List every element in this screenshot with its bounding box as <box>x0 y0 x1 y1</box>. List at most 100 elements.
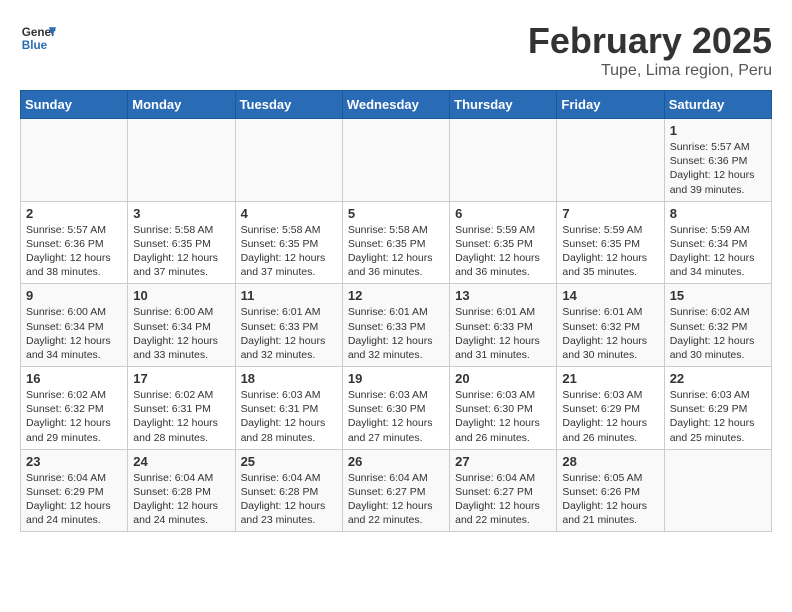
calendar-cell: 14 Sunrise: 6:01 AM Sunset: 6:32 PM Dayli… <box>557 284 664 367</box>
calendar-cell: 27 Sunrise: 6:04 AM Sunset: 6:27 PM Dayli… <box>450 449 557 532</box>
calendar-cell: 20 Sunrise: 6:03 AM Sunset: 6:30 PM Dayli… <box>450 367 557 450</box>
calendar-cell: 15Sunrise: 6:02 AM Sunset: 6:32 PM Dayli… <box>664 284 771 367</box>
day-info: Sunrise: 5:58 AM Sunset: 6:35 PM Dayligh… <box>241 223 337 280</box>
weekday-row: SundayMondayTuesdayWednesdayThursdayFrid… <box>21 91 772 119</box>
day-info: Sunrise: 6:02 AM Sunset: 6:32 PM Dayligh… <box>26 388 122 445</box>
calendar-cell: 23 Sunrise: 6:04 AM Sunset: 6:29 PM Dayli… <box>21 449 128 532</box>
day-info: Sunrise: 6:01 AM Sunset: 6:33 PM Dayligh… <box>241 305 337 362</box>
day-number: 6 <box>455 206 551 221</box>
day-info: Sunrise: 6:01 AM Sunset: 6:33 PM Dayligh… <box>348 305 444 362</box>
day-number: 19 <box>348 371 444 386</box>
week-row-1: 1 Sunrise: 5:57 AM Sunset: 6:36 PM Daylig… <box>21 119 772 202</box>
calendar-cell: 4 Sunrise: 5:58 AM Sunset: 6:35 PM Daylig… <box>235 201 342 284</box>
calendar-cell: 7 Sunrise: 5:59 AM Sunset: 6:35 PM Daylig… <box>557 201 664 284</box>
calendar-cell <box>664 449 771 532</box>
day-number: 26 <box>348 454 444 469</box>
week-row-2: 2 Sunrise: 5:57 AM Sunset: 6:36 PM Daylig… <box>21 201 772 284</box>
day-number: 22 <box>670 371 766 386</box>
calendar-cell: 3Sunrise: 5:58 AM Sunset: 6:35 PM Daylig… <box>128 201 235 284</box>
calendar-cell: 16 Sunrise: 6:02 AM Sunset: 6:32 PM Dayli… <box>21 367 128 450</box>
weekday-thursday: Thursday <box>450 91 557 119</box>
calendar-cell: 13 Sunrise: 6:01 AM Sunset: 6:33 PM Dayli… <box>450 284 557 367</box>
day-number: 27 <box>455 454 551 469</box>
day-number: 18 <box>241 371 337 386</box>
calendar-cell: 19Sunrise: 6:03 AM Sunset: 6:30 PM Dayli… <box>342 367 449 450</box>
calendar-cell: 24Sunrise: 6:04 AM Sunset: 6:28 PM Dayli… <box>128 449 235 532</box>
week-row-3: 9Sunrise: 6:00 AM Sunset: 6:34 PM Daylig… <box>21 284 772 367</box>
calendar-cell: 11 Sunrise: 6:01 AM Sunset: 6:33 PM Dayli… <box>235 284 342 367</box>
day-number: 20 <box>455 371 551 386</box>
day-info: Sunrise: 5:59 AM Sunset: 6:35 PM Dayligh… <box>562 223 658 280</box>
day-number: 28 <box>562 454 658 469</box>
day-info: Sunrise: 6:04 AM Sunset: 6:27 PM Dayligh… <box>348 471 444 528</box>
calendar-cell: 9Sunrise: 6:00 AM Sunset: 6:34 PM Daylig… <box>21 284 128 367</box>
calendar-cell <box>557 119 664 202</box>
calendar-cell: 12 Sunrise: 6:01 AM Sunset: 6:33 PM Dayli… <box>342 284 449 367</box>
day-number: 1 <box>670 123 766 138</box>
calendar-cell: 18Sunrise: 6:03 AM Sunset: 6:31 PM Dayli… <box>235 367 342 450</box>
day-number: 8 <box>670 206 766 221</box>
calendar-cell: 10Sunrise: 6:00 AM Sunset: 6:34 PM Dayli… <box>128 284 235 367</box>
calendar-cell: 25 Sunrise: 6:04 AM Sunset: 6:28 PM Dayli… <box>235 449 342 532</box>
svg-text:Blue: Blue <box>22 39 48 52</box>
calendar-cell: 22 Sunrise: 6:03 AM Sunset: 6:29 PM Dayli… <box>664 367 771 450</box>
day-number: 23 <box>26 454 122 469</box>
day-number: 13 <box>455 288 551 303</box>
day-info: Sunrise: 5:57 AM Sunset: 6:36 PM Dayligh… <box>26 223 122 280</box>
logo: General Blue <box>20 20 56 56</box>
day-info: Sunrise: 6:03 AM Sunset: 6:30 PM Dayligh… <box>455 388 551 445</box>
day-number: 14 <box>562 288 658 303</box>
day-info: Sunrise: 6:05 AM Sunset: 6:26 PM Dayligh… <box>562 471 658 528</box>
weekday-tuesday: Tuesday <box>235 91 342 119</box>
calendar-table: SundayMondayTuesdayWednesdayThursdayFrid… <box>20 90 772 532</box>
day-info: Sunrise: 6:04 AM Sunset: 6:29 PM Dayligh… <box>26 471 122 528</box>
day-info: Sunrise: 6:03 AM Sunset: 6:29 PM Dayligh… <box>562 388 658 445</box>
calendar-cell: 26 Sunrise: 6:04 AM Sunset: 6:27 PM Dayli… <box>342 449 449 532</box>
generalblue-icon: General Blue <box>20 20 56 56</box>
calendar-cell: 2 Sunrise: 5:57 AM Sunset: 6:36 PM Daylig… <box>21 201 128 284</box>
weekday-wednesday: Wednesday <box>342 91 449 119</box>
day-number: 11 <box>241 288 337 303</box>
calendar-cell <box>342 119 449 202</box>
day-info: Sunrise: 5:59 AM Sunset: 6:34 PM Dayligh… <box>670 223 766 280</box>
day-number: 15 <box>670 288 766 303</box>
day-info: Sunrise: 6:03 AM Sunset: 6:29 PM Dayligh… <box>670 388 766 445</box>
calendar-cell: 1 Sunrise: 5:57 AM Sunset: 6:36 PM Daylig… <box>664 119 771 202</box>
day-info: Sunrise: 5:57 AM Sunset: 6:36 PM Dayligh… <box>670 140 766 197</box>
day-info: Sunrise: 6:04 AM Sunset: 6:28 PM Dayligh… <box>133 471 229 528</box>
week-row-5: 23 Sunrise: 6:04 AM Sunset: 6:29 PM Dayli… <box>21 449 772 532</box>
calendar-header: SundayMondayTuesdayWednesdayThursdayFrid… <box>21 91 772 119</box>
calendar-title: February 2025 <box>528 20 772 62</box>
calendar-cell <box>21 119 128 202</box>
day-info: Sunrise: 5:59 AM Sunset: 6:35 PM Dayligh… <box>455 223 551 280</box>
day-number: 21 <box>562 371 658 386</box>
calendar-cell: 5 Sunrise: 5:58 AM Sunset: 6:35 PM Daylig… <box>342 201 449 284</box>
weekday-friday: Friday <box>557 91 664 119</box>
day-info: Sunrise: 6:04 AM Sunset: 6:27 PM Dayligh… <box>455 471 551 528</box>
day-number: 10 <box>133 288 229 303</box>
calendar-cell <box>128 119 235 202</box>
weekday-saturday: Saturday <box>664 91 771 119</box>
weekday-monday: Monday <box>128 91 235 119</box>
day-number: 5 <box>348 206 444 221</box>
calendar-cell: 8 Sunrise: 5:59 AM Sunset: 6:34 PM Daylig… <box>664 201 771 284</box>
day-info: Sunrise: 5:58 AM Sunset: 6:35 PM Dayligh… <box>348 223 444 280</box>
calendar-cell <box>450 119 557 202</box>
day-number: 16 <box>26 371 122 386</box>
day-number: 4 <box>241 206 337 221</box>
calendar-cell: 28 Sunrise: 6:05 AM Sunset: 6:26 PM Dayli… <box>557 449 664 532</box>
day-number: 12 <box>348 288 444 303</box>
day-info: Sunrise: 6:04 AM Sunset: 6:28 PM Dayligh… <box>241 471 337 528</box>
calendar-cell: 17Sunrise: 6:02 AM Sunset: 6:31 PM Dayli… <box>128 367 235 450</box>
day-number: 7 <box>562 206 658 221</box>
day-number: 25 <box>241 454 337 469</box>
day-info: Sunrise: 6:00 AM Sunset: 6:34 PM Dayligh… <box>26 305 122 362</box>
day-info: Sunrise: 6:01 AM Sunset: 6:32 PM Dayligh… <box>562 305 658 362</box>
week-row-4: 16 Sunrise: 6:02 AM Sunset: 6:32 PM Dayli… <box>21 367 772 450</box>
day-info: Sunrise: 6:02 AM Sunset: 6:31 PM Dayligh… <box>133 388 229 445</box>
day-info: Sunrise: 6:01 AM Sunset: 6:33 PM Dayligh… <box>455 305 551 362</box>
day-number: 2 <box>26 206 122 221</box>
calendar-cell: 21 Sunrise: 6:03 AM Sunset: 6:29 PM Dayli… <box>557 367 664 450</box>
day-info: Sunrise: 5:58 AM Sunset: 6:35 PM Dayligh… <box>133 223 229 280</box>
calendar-body: 1 Sunrise: 5:57 AM Sunset: 6:36 PM Daylig… <box>21 119 772 532</box>
